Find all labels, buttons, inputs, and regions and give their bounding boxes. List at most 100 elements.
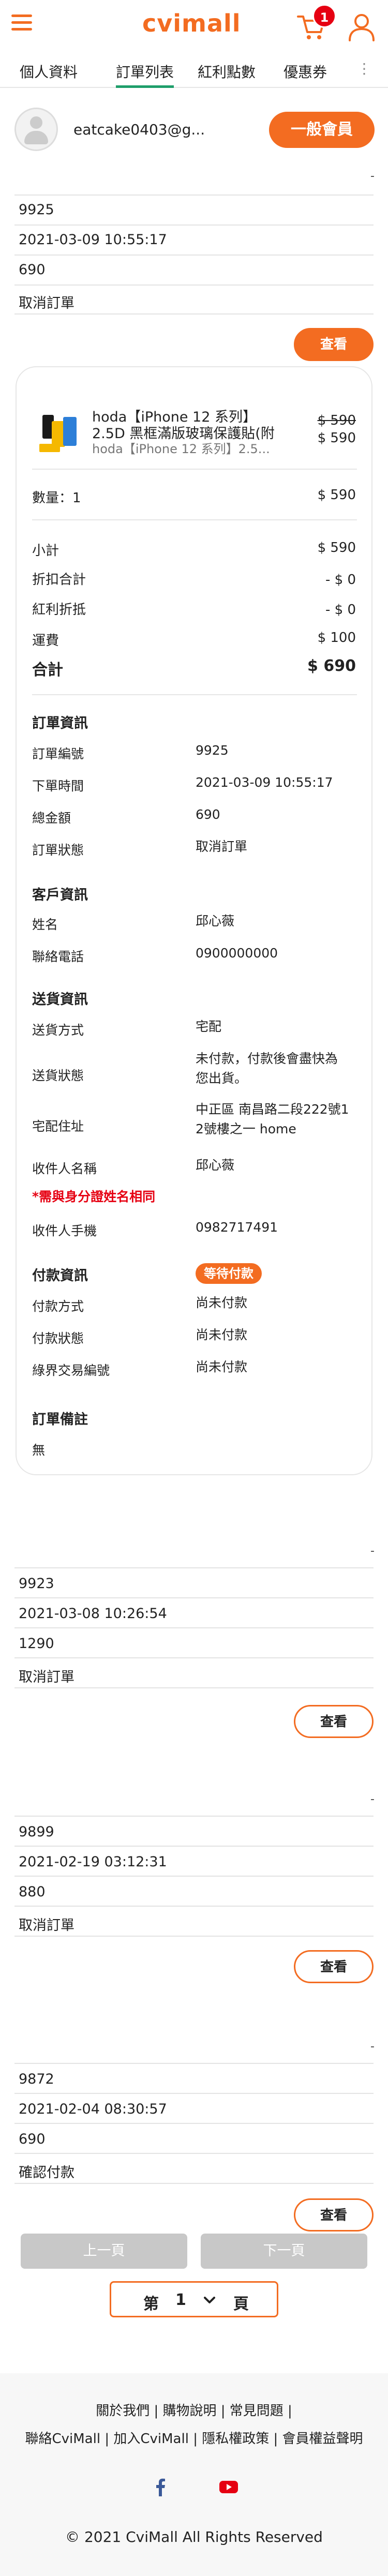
copyright: © 2021 CviMall All Rights Reserved xyxy=(65,2528,323,2545)
order-amount-label: 總金額 xyxy=(32,811,71,826)
discount-value: - $ 0 xyxy=(325,572,356,588)
divider xyxy=(14,2093,374,2094)
order-row-dash: - xyxy=(370,1545,375,1557)
hamburger-menu-icon[interactable] xyxy=(11,14,32,33)
page-select[interactable]: 第 1 頁 xyxy=(110,2281,278,2317)
user-email: eatcake0403@g... xyxy=(73,121,205,138)
divider xyxy=(14,1627,374,1628)
divider xyxy=(14,254,374,256)
product-price: $ 590 xyxy=(317,430,356,446)
order-time: 2021-02-19 03:12:31 xyxy=(19,1854,167,1870)
order-list-page: cvimall 1 個人資料 訂單列表 紅利點數 優惠券 ⋮ eatcake04… xyxy=(0,0,388,2576)
order-status: 取消訂單 xyxy=(19,1918,74,1934)
divider xyxy=(14,1816,374,1817)
divider xyxy=(32,519,357,520)
order-total: 1290 xyxy=(19,1636,54,1652)
ecpay-txn-label: 綠界交易編號 xyxy=(32,1363,110,1378)
delivery-method-label: 送貨方式 xyxy=(32,1023,84,1038)
footer-links-line1[interactable]: 關於我們 | 購物說明 | 常見問題 | xyxy=(0,2400,388,2419)
avatar-icon xyxy=(14,108,58,151)
view-order-button[interactable]: 查看 xyxy=(294,328,374,361)
tab-coupons[interactable]: 優惠券 xyxy=(283,61,327,88)
divider xyxy=(14,1657,374,1658)
youtube-icon[interactable] xyxy=(218,2477,239,2497)
payment-status-value: 尚未付款 xyxy=(196,1327,248,1342)
customer-name-value: 邱心薇 xyxy=(196,913,235,928)
order-status-label: 訂單狀態 xyxy=(32,843,84,858)
divider xyxy=(14,224,374,226)
order-total: 690 xyxy=(19,2131,46,2147)
tab-orders[interactable]: 訂單列表 xyxy=(116,61,174,88)
view-order-button[interactable]: 查看 xyxy=(294,1950,374,1983)
divider xyxy=(14,1936,374,1937)
order-row-dash: - xyxy=(370,1793,375,1806)
recipient-name-value: 邱心薇 xyxy=(196,1158,235,1173)
order-total: 690 xyxy=(19,262,46,278)
order-total: 880 xyxy=(19,1884,46,1900)
order-remark-title: 訂單備註 xyxy=(32,1412,88,1428)
payment-method-value: 尚未付款 xyxy=(196,1295,248,1310)
chevron-down-icon xyxy=(204,2297,215,2303)
divider xyxy=(14,2123,374,2124)
order-amount-value: 690 xyxy=(196,807,220,822)
divider xyxy=(14,2063,374,2064)
facebook-icon[interactable] xyxy=(150,2477,171,2497)
bonus-value: - $ 0 xyxy=(325,602,356,618)
member-level-button[interactable]: 一般會員 xyxy=(269,112,375,148)
order-status: 取消訂單 xyxy=(19,295,74,311)
payment-status-badge: 等待付款 xyxy=(196,1263,262,1284)
page-prefix: 第 xyxy=(143,2295,159,2313)
subtotal-label: 小計 xyxy=(32,543,59,559)
divider xyxy=(14,2183,374,2184)
discount-label: 折扣合計 xyxy=(32,572,86,588)
view-order-button[interactable]: 查看 xyxy=(294,2198,374,2231)
order-time: 2021-03-08 10:26:54 xyxy=(19,1606,167,1622)
divider xyxy=(14,194,374,196)
divider xyxy=(14,313,374,314)
payment-info-title: 付款資訊 xyxy=(32,1268,88,1284)
tab-bonus-points[interactable]: 紅利點數 xyxy=(198,61,256,88)
subtotal-value: $ 590 xyxy=(317,540,356,556)
site-header: cvimall 1 xyxy=(0,0,388,52)
order-status: 確認付款 xyxy=(19,2165,74,2181)
order-status: 取消訂單 xyxy=(19,1669,74,1685)
cvimall-logo[interactable]: cvimall xyxy=(142,9,241,37)
payment-method-label: 付款方式 xyxy=(32,1299,84,1314)
shipping-value: $ 100 xyxy=(317,630,356,646)
divider xyxy=(14,284,374,286)
order-number: 9872 xyxy=(19,2071,54,2087)
footer-links-line2[interactable]: 聯絡CviMall | 加入CviMall | 隱私權政策 | 會員權益聲明 xyxy=(0,2428,388,2447)
order-remark-value: 無 xyxy=(32,1443,46,1458)
more-tabs-icon[interactable]: ⋮ xyxy=(357,60,371,77)
prev-page-button[interactable]: 上一頁 xyxy=(21,2234,187,2269)
order-status-value: 取消訂單 xyxy=(196,839,248,854)
delivery-status-line1: 未付款，付款後會盡快為 xyxy=(196,1051,338,1066)
divider xyxy=(14,1567,374,1568)
divider xyxy=(14,1597,374,1598)
order-number: 9925 xyxy=(19,202,54,218)
quantity-amount: $ 590 xyxy=(317,487,356,503)
total-value: $ 690 xyxy=(307,657,356,675)
recipient-phone-value: 0982717491 xyxy=(196,1220,278,1235)
divider xyxy=(14,1846,374,1847)
user-icon[interactable] xyxy=(348,12,376,41)
payment-status-label: 付款狀態 xyxy=(32,1331,84,1346)
user-summary: eatcake0403@g... 一般會員 xyxy=(0,89,388,167)
recipient-name-label: 收件人名稱 xyxy=(32,1161,97,1176)
divider xyxy=(14,1906,374,1907)
view-order-button[interactable]: 查看 xyxy=(294,1705,374,1738)
next-page-button[interactable]: 下一頁 xyxy=(201,2234,367,2269)
order-time: 2021-03-09 10:55:17 xyxy=(19,232,167,248)
divider xyxy=(14,1687,374,1688)
delivery-address-line2: 2號樓之一 home xyxy=(196,1121,296,1136)
product-thumbnail[interactable] xyxy=(37,410,84,456)
order-row-dash: - xyxy=(370,2040,375,2053)
order-time-label: 下單時間 xyxy=(32,778,84,793)
page-suffix: 頁 xyxy=(233,2295,249,2313)
customer-phone-value: 0900000000 xyxy=(196,946,278,961)
divider xyxy=(14,2153,374,2154)
shipping-label: 運費 xyxy=(32,633,59,649)
cart-count-badge: 1 xyxy=(312,4,336,28)
delivery-status-label: 送貨狀態 xyxy=(32,1068,84,1083)
tab-profile[interactable]: 個人資料 xyxy=(20,61,78,88)
